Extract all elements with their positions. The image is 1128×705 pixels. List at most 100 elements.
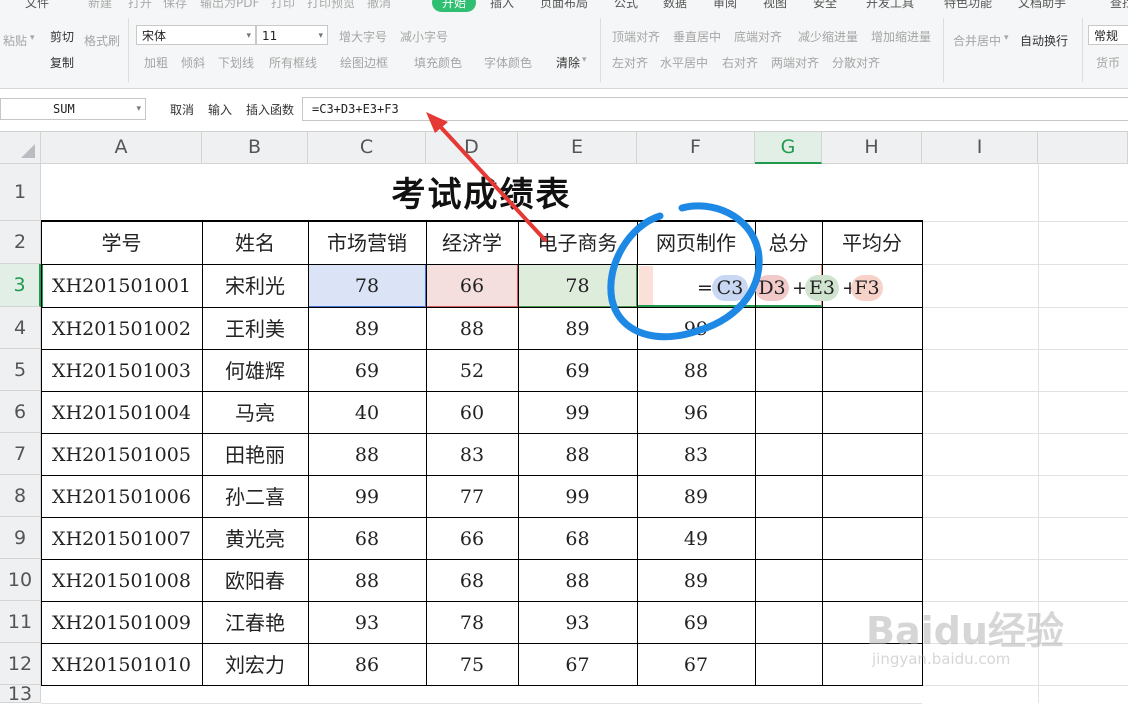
menu-item[interactable]: 特色功能 (944, 0, 992, 11)
table-cell[interactable]: 宋利光 (202, 264, 308, 307)
table-cell[interactable]: 93 (308, 601, 426, 643)
paste-button[interactable]: 粘贴 (3, 32, 27, 49)
formula-input[interactable]: =C3+D3+E3+F3 (302, 97, 1128, 121)
column-header-d[interactable]: D (426, 132, 518, 164)
menu-item[interactable]: 开始 (432, 0, 477, 12)
table-cell[interactable]: 88 (308, 559, 426, 601)
table-cell[interactable]: 89 (518, 307, 637, 349)
align-center-button[interactable]: 水平居中 (660, 54, 708, 71)
table-cell[interactable]: 67 (518, 643, 637, 685)
name-box[interactable]: SUM ▾ (0, 98, 146, 120)
table-cell[interactable]: 89 (637, 475, 755, 517)
table-cell[interactable]: XH201501006 (41, 475, 202, 517)
justify-button[interactable]: 两端对齐 (771, 54, 819, 71)
table-cell[interactable]: XH201501005 (41, 433, 202, 475)
row-header-4[interactable]: 4 (0, 307, 41, 349)
table-cell[interactable]: 40 (308, 391, 426, 433)
menu-item[interactable]: 插入 (490, 0, 514, 11)
chevron-down-icon[interactable]: ▾ (30, 33, 35, 43)
table-cell[interactable]: 69 (308, 349, 426, 391)
column-header-e[interactable]: E (518, 132, 637, 164)
table-cell[interactable]: 83 (426, 433, 518, 475)
distributed-button[interactable]: 分散对齐 (832, 54, 880, 71)
header-cell[interactable]: 电子商务 (518, 221, 637, 264)
header-cell[interactable]: 学号 (41, 221, 202, 264)
table-cell[interactable]: 88 (637, 349, 755, 391)
menu-item[interactable]: 审阅 (713, 0, 737, 11)
font-size-select[interactable]: 11 ▾ (256, 25, 328, 45)
table-cell[interactable]: 83 (637, 433, 755, 475)
column-header-c[interactable]: C (308, 132, 426, 164)
column-header-i[interactable]: I (922, 132, 1038, 164)
table-cell[interactable]: 78 (518, 264, 637, 307)
table-cell[interactable]: XH201501003 (41, 349, 202, 391)
menu-item[interactable]: 数据 (663, 0, 687, 11)
menu-item[interactable]: 打开 (128, 0, 152, 11)
header-cell[interactable]: 平均分 (822, 221, 922, 264)
table-cell[interactable]: 89 (637, 559, 755, 601)
table-cell[interactable]: 68 (426, 559, 518, 601)
table-cell[interactable]: XH201501010 (41, 643, 202, 685)
align-right-button[interactable]: 右对齐 (722, 54, 758, 71)
table-cell[interactable]: 89 (308, 307, 426, 349)
menu-item[interactable]: 公式 (614, 0, 638, 11)
table-cell[interactable]: 马亮 (202, 391, 308, 433)
row-header-12[interactable]: 12 (0, 643, 41, 685)
underline-button[interactable]: 下划线 (218, 54, 254, 71)
table-cell[interactable]: 王利美 (202, 307, 308, 349)
menu-item[interactable]: 文件 (25, 0, 49, 11)
table-cell[interactable]: 49 (637, 517, 755, 559)
table-cell[interactable]: 欧阳春 (202, 559, 308, 601)
wrap-text-button[interactable]: 自动换行 (1020, 32, 1068, 49)
clear-button[interactable]: 清除 (556, 54, 580, 71)
row-header-2[interactable]: 2 (0, 221, 41, 264)
bold-button[interactable]: 加粗 (144, 54, 168, 71)
align-middle-button[interactable]: 垂直居中 (673, 28, 721, 45)
column-header-f[interactable]: F (637, 132, 755, 164)
table-cell[interactable]: 69 (518, 349, 637, 391)
menu-item[interactable]: 撤消 (367, 0, 391, 11)
table-cell[interactable]: 69 (637, 601, 755, 643)
table-cell[interactable]: XH201501001 (41, 264, 202, 307)
column-header-blank[interactable] (1038, 132, 1128, 164)
currency-button[interactable]: 货币 (1096, 54, 1120, 71)
table-cell[interactable]: 78 (426, 601, 518, 643)
fill-color-button[interactable]: 填充颜色 (414, 54, 462, 71)
header-cell[interactable]: 网页制作 (637, 221, 755, 264)
table-cell[interactable]: 99 (518, 391, 637, 433)
decrease-indent-button[interactable]: 减少缩进量 (798, 28, 858, 45)
sheet-title[interactable]: 考试成绩表 (41, 164, 922, 221)
table-cell[interactable]: 67 (637, 643, 755, 685)
decrease-font-button[interactable]: 减小字号 (400, 28, 448, 45)
row-header-5[interactable]: 5 (0, 349, 41, 391)
header-cell[interactable]: 市场营销 (308, 221, 426, 264)
table-cell[interactable]: 黄光亮 (202, 517, 308, 559)
align-top-button[interactable]: 顶端对齐 (612, 28, 660, 45)
row-header-8[interactable]: 8 (0, 475, 41, 517)
row-header-13[interactable]: 13 (0, 685, 41, 704)
column-header-b[interactable]: B (202, 132, 308, 164)
menu-item[interactable]: 安全 (813, 0, 837, 11)
table-cell[interactable]: 77 (426, 475, 518, 517)
menu-item[interactable]: 输出为PDF (200, 0, 259, 11)
table-cell[interactable]: 99 (518, 475, 637, 517)
table-cell[interactable]: XH201501007 (41, 517, 202, 559)
header-cell[interactable]: 经济学 (426, 221, 518, 264)
table-cell[interactable]: XH201501008 (41, 559, 202, 601)
draw-border-button[interactable]: 绘图边框 (340, 54, 388, 71)
table-cell[interactable]: 93 (518, 601, 637, 643)
table-cell[interactable]: 刘宏力 (202, 643, 308, 685)
font-name-select[interactable]: 宋体 ▾ (136, 25, 256, 45)
table-cell[interactable]: 66 (426, 264, 518, 307)
row-header-6[interactable]: 6 (0, 391, 41, 433)
table-cell[interactable]: XH201501002 (41, 307, 202, 349)
table-cell[interactable]: 52 (426, 349, 518, 391)
menu-item[interactable]: 文档助手 (1018, 0, 1066, 11)
menu-item[interactable]: 开发工具 (866, 0, 914, 11)
menu-item[interactable]: 页面布局 (540, 0, 588, 11)
cut-button[interactable]: 剪切 (50, 28, 74, 45)
cancel-button[interactable]: 取消 (170, 101, 194, 118)
table-cell[interactable]: 88 (426, 307, 518, 349)
table-cell[interactable]: XH201501004 (41, 391, 202, 433)
insert-function-button[interactable]: 插入函数 (246, 101, 294, 118)
